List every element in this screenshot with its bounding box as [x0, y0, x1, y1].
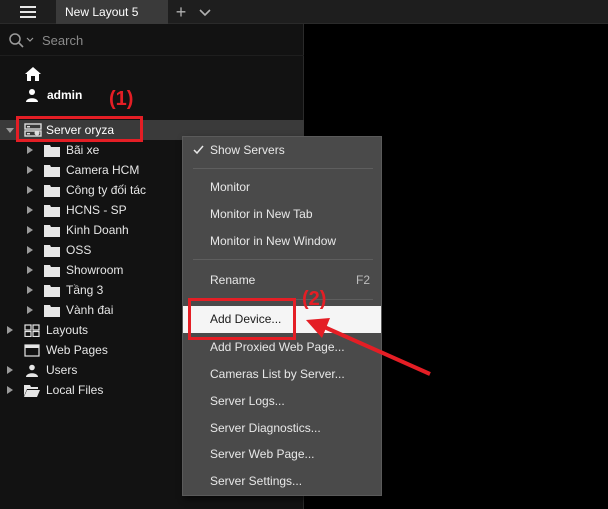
layouts-icon: [24, 323, 40, 337]
shortcut-label: F2: [355, 273, 370, 287]
tree-item-folder[interactable]: Bãi xe: [26, 140, 99, 160]
collapsed-arrow-icon[interactable]: [26, 286, 34, 294]
tree-item-folder[interactable]: Công ty đối tác: [26, 180, 146, 200]
folder-icon: [44, 284, 60, 297]
add-tab-button[interactable]: +: [172, 1, 190, 23]
tree-item-label: Tầng 3: [66, 283, 104, 297]
menu-item-server-diagnostics[interactable]: Server Diagnostics...: [183, 415, 381, 442]
folder-icon: [44, 184, 60, 197]
menu-item-server-web-page[interactable]: Server Web Page...: [183, 441, 381, 468]
collapsed-arrow-icon[interactable]: [6, 326, 14, 334]
user-name: admin: [47, 88, 83, 102]
tree-item-label: HCNS - SP: [66, 203, 127, 217]
menu-item-monitor-new-window[interactable]: Monitor in New Window: [183, 228, 381, 255]
tree-item-folder[interactable]: OSS: [26, 240, 91, 260]
menu-item-label: Server Diagnostics...: [210, 421, 321, 435]
menu-item-monitor[interactable]: Monitor: [183, 174, 381, 201]
folder-icon: [44, 144, 60, 157]
collapsed-arrow-icon[interactable]: [26, 246, 34, 254]
tree-item-folder[interactable]: HCNS - SP: [26, 200, 127, 220]
collapsed-arrow-icon[interactable]: [26, 206, 34, 214]
user-icon: [26, 89, 38, 102]
tab-label: New Layout 5: [65, 5, 139, 19]
hamburger-menu-button[interactable]: [10, 0, 46, 24]
home-icon[interactable]: [24, 66, 42, 82]
step-1-callout: (1): [109, 88, 134, 110]
checkmark-icon: [193, 145, 204, 155]
folder-icon: [44, 164, 60, 177]
folder-open-icon: [24, 384, 40, 397]
tree-item-layouts[interactable]: Layouts: [6, 320, 88, 340]
tree-item-label: Bãi xe: [66, 143, 100, 157]
tree-item-label: Layouts: [46, 323, 89, 337]
menu-item-server-settings[interactable]: Server Settings...: [183, 468, 381, 495]
tree-item-label: Users: [46, 363, 78, 377]
collapsed-arrow-icon[interactable]: [26, 186, 34, 194]
tree-item-label: OSS: [66, 243, 92, 257]
tab-new-layout-5[interactable]: New Layout 5: [56, 0, 168, 24]
search-bar: [0, 24, 304, 56]
collapsed-arrow-icon[interactable]: [26, 266, 34, 274]
tree-item-folder[interactable]: Kinh Doanh: [26, 220, 129, 240]
menu-separator: [193, 259, 373, 260]
expanded-arrow-icon[interactable]: [6, 126, 14, 134]
menu-item-label: Show Servers: [210, 143, 285, 157]
users-icon: [26, 364, 38, 377]
step-1-highlight-box: [16, 116, 143, 142]
tree-item-web-pages[interactable]: Web Pages: [24, 340, 108, 360]
menu-item-label: Monitor: [210, 180, 251, 194]
hamburger-icon: [20, 6, 36, 18]
tree-item-users[interactable]: Users: [6, 360, 77, 380]
user-row[interactable]: admin: [24, 86, 82, 104]
menu-item-label: Monitor in New Tab: [210, 207, 313, 221]
menu-item-show-servers[interactable]: Show Servers: [183, 137, 381, 164]
menu-item-label: Monitor in New Window: [210, 234, 337, 248]
tree-item-label: Local Files: [46, 383, 104, 397]
tree-item-label: Công ty đối tác: [66, 183, 147, 197]
folder-icon: [44, 244, 60, 257]
tree-item-label: Kinh Doanh: [66, 223, 129, 237]
menu-separator: [193, 168, 373, 169]
collapsed-arrow-icon[interactable]: [26, 166, 34, 174]
menu-item-label: Server Settings...: [210, 474, 303, 488]
search-input[interactable]: [42, 30, 282, 50]
collapsed-arrow-icon[interactable]: [26, 226, 34, 234]
folder-icon: [44, 224, 60, 237]
search-icon[interactable]: [8, 32, 26, 48]
tree-item-label: Web Pages: [46, 343, 108, 357]
menu-item-label: Server Web Page...: [210, 447, 315, 461]
collapsed-arrow-icon[interactable]: [26, 306, 34, 314]
folder-icon: [44, 304, 60, 317]
tree-item-folder[interactable]: Vành đai: [26, 300, 113, 320]
menu-item-label: Rename: [210, 273, 256, 287]
tree-item-label: Showroom: [66, 263, 124, 277]
red-pointer-arrow-icon: [306, 318, 431, 376]
chevron-down-icon[interactable]: [196, 3, 214, 21]
menu-item-label: Server Logs...: [210, 394, 285, 408]
tree-item-folder[interactable]: Showroom: [26, 260, 123, 280]
tree-item-label: Vành đai: [66, 303, 114, 317]
web-page-icon: [24, 343, 40, 357]
tree-item-folder[interactable]: Camera HCM: [26, 160, 139, 180]
menu-item-rename[interactable]: Rename F2: [183, 267, 381, 294]
menu-item-server-logs[interactable]: Server Logs...: [183, 388, 381, 415]
step-2-highlight-box: [188, 298, 296, 340]
tree-item-local-files[interactable]: Local Files: [6, 380, 103, 400]
tree-item-label: Camera HCM: [66, 163, 140, 177]
top-bar: New Layout 5 +: [0, 0, 608, 24]
menu-item-monitor-new-tab[interactable]: Monitor in New Tab: [183, 201, 381, 228]
folder-icon: [44, 264, 60, 277]
collapsed-arrow-icon[interactable]: [6, 366, 14, 374]
step-2-callout: (2): [302, 288, 327, 310]
chevron-down-icon[interactable]: [26, 37, 34, 43]
tree-item-folder[interactable]: Tầng 3: [26, 280, 103, 300]
folder-icon: [44, 204, 60, 217]
collapsed-arrow-icon[interactable]: [26, 146, 34, 154]
collapsed-arrow-icon[interactable]: [6, 386, 14, 394]
